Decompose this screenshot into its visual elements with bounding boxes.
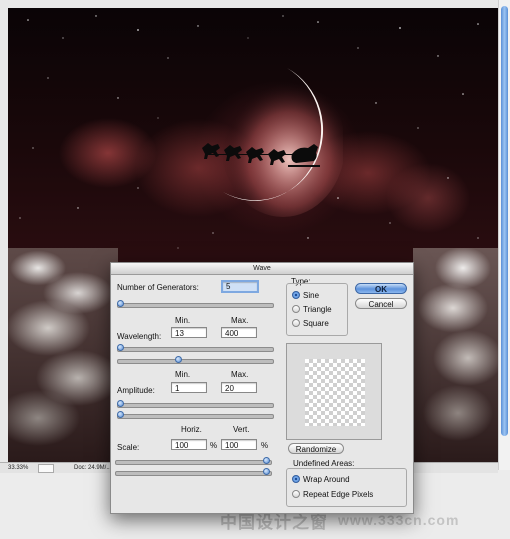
wrap-around-label[interactable]: Wrap Around (303, 475, 350, 484)
sleigh-silhouette (202, 143, 320, 167)
wavelength-min-slider[interactable] (117, 347, 274, 352)
generators-input[interactable]: 5 (221, 280, 259, 293)
wavelength-label: Wavelength: (117, 332, 162, 341)
scale-horiz-input[interactable]: 100 (171, 439, 207, 450)
amplitude-min-knob[interactable] (117, 400, 124, 407)
amplitude-label: Amplitude: (117, 386, 155, 395)
undefined-areas-group: Wrap Around Repeat Edge Pixels (286, 468, 407, 507)
watermark-url: www.333cn.com (338, 512, 460, 528)
amplitude-max-slider[interactable] (117, 414, 274, 419)
wave-dialog: Wave Number of Generators: 5 Min. Max. W… (110, 262, 414, 514)
repeat-edge-pixels-label[interactable]: Repeat Edge Pixels (303, 490, 373, 499)
scale-label: Scale: (117, 443, 140, 452)
cancel-button[interactable]: Cancel (355, 298, 407, 309)
randomize-button[interactable]: Randomize (288, 443, 344, 454)
wavelength-max-input[interactable]: 400 (221, 327, 257, 338)
transparency-checkerboard (305, 359, 365, 426)
vertical-scrollbar[interactable] (498, 0, 510, 470)
type-square-radio[interactable] (292, 319, 300, 327)
type-group: Sine Triangle Square (286, 283, 348, 336)
wavelength-max-slider[interactable] (117, 359, 274, 364)
scale-horiz-slider[interactable] (115, 460, 272, 465)
scale-horiz-header: Horiz. (181, 425, 202, 434)
scale-horiz-unit: % (210, 441, 218, 450)
scale-horiz-knob[interactable] (263, 457, 270, 464)
type-sine-label[interactable]: Sine (303, 291, 319, 300)
scale-vert-input[interactable]: 100 (221, 439, 257, 450)
repeat-edge-pixels-radio[interactable] (292, 490, 300, 498)
scale-vert-header: Vert. (233, 425, 250, 434)
scrollbar-thumb[interactable] (501, 6, 508, 436)
document-size[interactable]: Doc: 24.9M/... (74, 463, 111, 473)
clouds-left (8, 248, 118, 463)
wavelength-min-header: Min. (175, 316, 191, 325)
wavelength-min-knob[interactable] (117, 344, 124, 351)
amplitude-max-knob[interactable] (117, 411, 124, 418)
amplitude-max-header: Max. (231, 370, 249, 379)
wavelength-max-knob[interactable] (174, 356, 182, 363)
generators-slider[interactable] (117, 303, 274, 308)
amplitude-max-input[interactable]: 20 (221, 382, 257, 393)
scale-vert-unit: % (261, 441, 269, 450)
amplitude-min-input[interactable]: 1 (171, 382, 207, 393)
amplitude-min-header: Min. (175, 370, 191, 379)
type-square-label[interactable]: Square (303, 319, 329, 328)
generators-label: Number of Generators: (117, 283, 199, 292)
wavelength-min-input[interactable]: 13 (171, 327, 207, 338)
scale-vert-knob[interactable] (263, 468, 270, 475)
preview-area[interactable] (286, 343, 382, 440)
wrap-around-radio[interactable] (292, 475, 300, 483)
wavelength-max-header: Max. (231, 316, 249, 325)
undefined-areas-legend: Undefined Areas: (293, 459, 355, 468)
type-sine-radio[interactable] (292, 291, 300, 299)
clouds-right (413, 248, 498, 463)
type-triangle-label[interactable]: Triangle (303, 305, 332, 314)
scale-vert-slider[interactable] (115, 471, 272, 476)
zoom-menu-button[interactable] (38, 464, 54, 473)
ok-button[interactable]: OK (355, 283, 407, 294)
dialog-title: Wave (111, 263, 413, 275)
zoom-level[interactable]: 33.33% (8, 463, 28, 473)
generators-slider-knob[interactable] (117, 300, 124, 307)
type-triangle-radio[interactable] (292, 305, 300, 313)
amplitude-min-slider[interactable] (117, 403, 274, 408)
